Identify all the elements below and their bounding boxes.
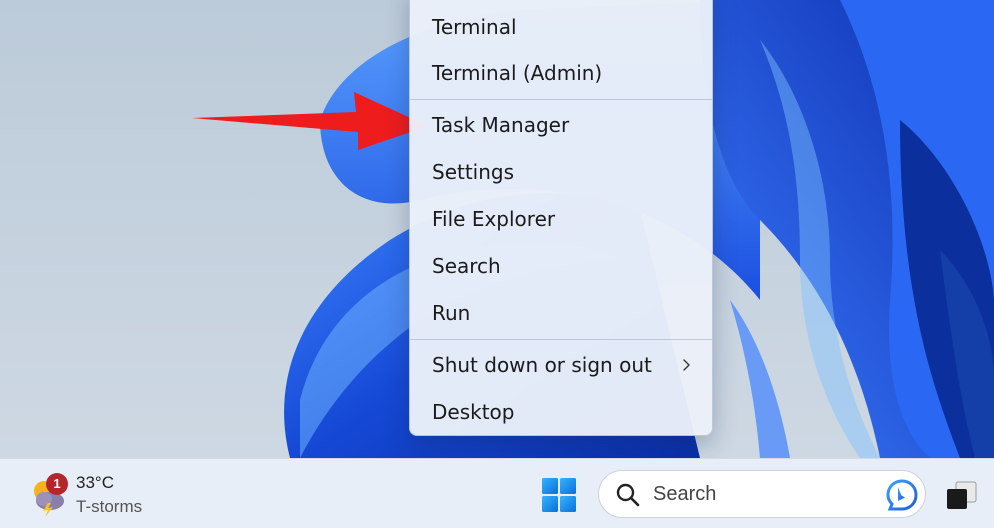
weather-condition: T-storms — [76, 497, 143, 516]
weather-widget[interactable]: 1 33°C T-storms — [28, 467, 188, 521]
menu-item-label: Settings — [432, 160, 515, 184]
taskbar-search-box[interactable]: Search — [598, 470, 926, 518]
chevron-right-icon — [683, 359, 690, 371]
menu-item-label: Desktop — [432, 400, 515, 424]
menu-item-label: Terminal (Admin) — [432, 61, 603, 85]
taskbar: 1 33°C T-storms Search — [0, 458, 994, 528]
menu-item-label: Search — [432, 254, 501, 278]
weather-temperature: 33°C — [76, 473, 114, 492]
desktop: Terminal Terminal (Admin) Task Manager S… — [0, 0, 994, 458]
menu-item-terminal-admin[interactable]: Terminal (Admin) — [414, 51, 708, 95]
menu-item-label: Task Manager — [432, 113, 570, 137]
menu-item-run[interactable]: Run — [414, 291, 708, 335]
menu-item-shut-down[interactable]: Shut down or sign out — [414, 343, 708, 387]
winx-context-menu: Terminal Terminal (Admin) Task Manager S… — [409, 0, 713, 436]
menu-item-search[interactable]: Search — [414, 244, 708, 288]
menu-item-label: Shut down or sign out — [432, 353, 652, 377]
red-arrow-annotation — [192, 92, 428, 150]
menu-separator — [410, 339, 712, 340]
notification-badge: 1 — [46, 473, 68, 495]
menu-item-desktop[interactable]: Desktop — [414, 390, 708, 434]
bing-icon[interactable] — [885, 478, 919, 512]
windows-start-icon[interactable] — [538, 474, 580, 516]
menu-item-terminal[interactable]: Terminal — [414, 5, 708, 49]
search-icon — [616, 483, 640, 507]
menu-item-label: Run — [432, 301, 471, 325]
menu-separator — [410, 99, 712, 100]
menu-item-file-explorer[interactable]: File Explorer — [414, 197, 708, 241]
menu-item-settings[interactable]: Settings — [414, 150, 708, 194]
task-view-icon[interactable] — [944, 478, 980, 512]
search-placeholder: Search — [653, 483, 717, 505]
menu-item-task-manager[interactable]: Task Manager — [414, 103, 708, 147]
menu-item-label: Terminal — [432, 15, 517, 39]
menu-item-label: File Explorer — [432, 207, 556, 231]
